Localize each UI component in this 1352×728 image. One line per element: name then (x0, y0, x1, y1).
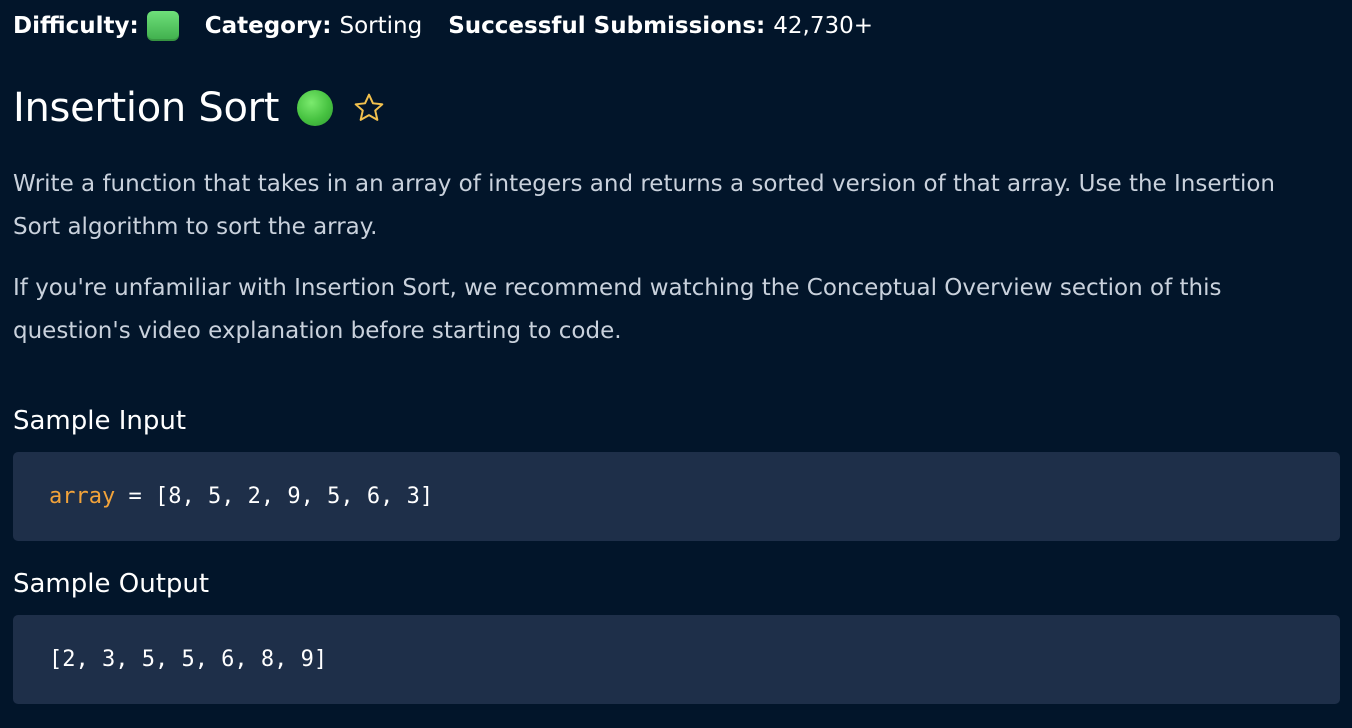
question-page: Difficulty: Category: Sorting Successful… (0, 0, 1352, 728)
difficulty-easy-icon (146, 11, 179, 41)
sample-input-title: Sample Input (13, 406, 187, 436)
submissions-value: 42,730+ (773, 13, 874, 39)
title-row: Insertion Sort (13, 84, 387, 132)
output-code-value: [2, 3, 5, 5, 6, 8, 9] (49, 647, 328, 672)
category-meta: Category: Sorting (205, 13, 423, 39)
sample-output-title: Sample Output (13, 569, 210, 599)
difficulty-meta: Difficulty: (13, 11, 179, 41)
question-meta-bar: Difficulty: Category: Sorting Successful… (13, 8, 873, 44)
star-outline-icon-svg (354, 93, 384, 121)
category-label: Category: (204, 13, 332, 39)
description-paragraph-1: Write a function that takes in an array … (13, 171, 1276, 240)
description-paragraph-2: If you're unfamiliar with Insertion Sort… (13, 275, 1222, 344)
difficulty-label: Difficulty: (13, 13, 139, 39)
category-value: Sorting (339, 13, 423, 39)
code-variable: array (49, 484, 116, 509)
sample-input-code: array = [8, 5, 2, 9, 5, 6, 3] (13, 452, 1340, 541)
submissions-label: Successful Submissions: (448, 13, 766, 39)
star-outline-icon[interactable] (351, 90, 387, 126)
sample-output-code: [2, 3, 5, 5, 6, 8, 9] (13, 615, 1340, 704)
submissions-meta: Successful Submissions: 42,730+ (448, 13, 873, 39)
page-title: Insertion Sort (13, 85, 280, 131)
green-circle-icon (297, 90, 334, 126)
code-value: = [8, 5, 2, 9, 5, 6, 3] (115, 484, 434, 509)
